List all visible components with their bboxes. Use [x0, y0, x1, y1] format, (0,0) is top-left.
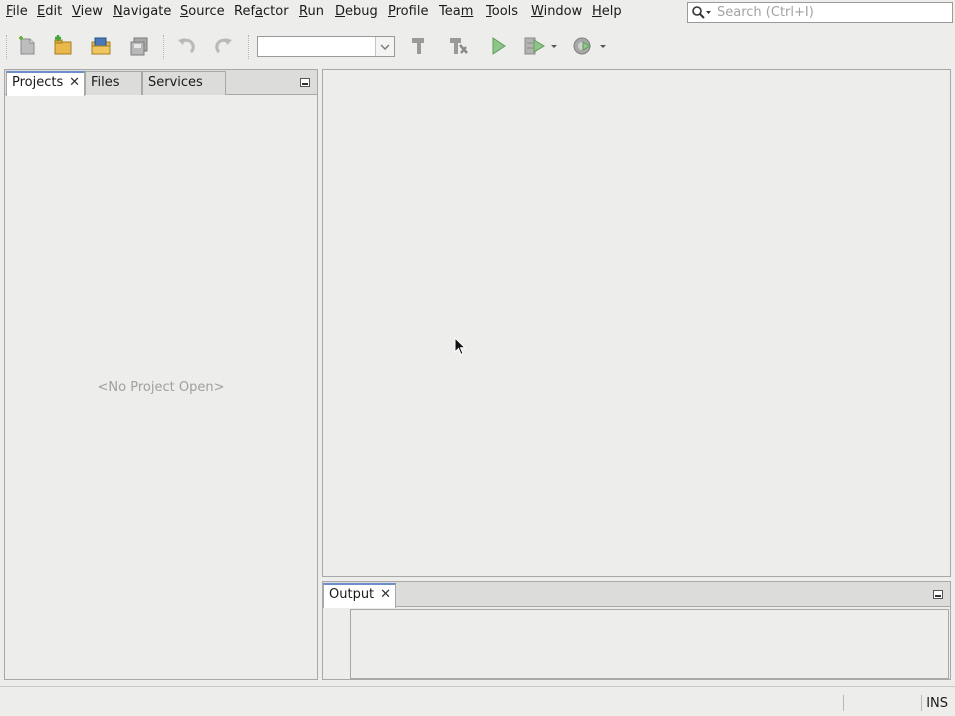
debug-icon[interactable] — [520, 33, 560, 59]
status-bar: INS — [0, 686, 955, 716]
toolbar-grip — [6, 35, 8, 59]
search-icon[interactable] — [691, 5, 713, 21]
menu-help[interactable]: Help — [592, 4, 622, 19]
minimize-icon[interactable] — [933, 590, 943, 599]
chevron-down-icon[interactable] — [375, 37, 394, 56]
undo-icon[interactable] — [172, 33, 200, 59]
insert-mode-indicator: INS — [926, 696, 948, 711]
save-all-icon[interactable] — [125, 33, 153, 59]
build-icon[interactable] — [405, 33, 433, 59]
close-icon[interactable]: ✕ — [69, 73, 80, 93]
configuration-combo[interactable] — [257, 36, 395, 57]
run-icon[interactable] — [484, 33, 512, 59]
menu-team[interactable]: Team — [439, 4, 473, 19]
toolbar — [0, 25, 955, 67]
clean-build-icon[interactable] — [444, 33, 472, 59]
profile-icon[interactable] — [568, 33, 608, 59]
open-project-icon[interactable] — [87, 33, 115, 59]
close-icon[interactable]: ✕ — [380, 585, 391, 605]
menu-profile[interactable]: Profile — [388, 4, 428, 19]
tab-files[interactable]: Files — [85, 71, 142, 95]
projects-tabstrip: Projects ✕ Files Services — [5, 70, 317, 96]
empty-project-message: <No Project Open> — [97, 380, 225, 395]
menu-edit[interactable]: Edit — [37, 4, 62, 19]
toolbar-separator — [248, 35, 250, 59]
menu-refactor[interactable]: Refactor — [234, 4, 289, 19]
tab-files-label: Files — [91, 75, 120, 90]
tab-services[interactable]: Services — [142, 71, 226, 95]
mouse-cursor-icon — [454, 336, 468, 361]
tab-output-label: Output — [329, 587, 375, 602]
tab-projects[interactable]: Projects ✕ — [6, 71, 85, 96]
menu-window[interactable]: Window — [531, 4, 582, 19]
tab-services-label: Services — [148, 75, 203, 90]
menu-bar: File Edit View Navigate Source Refactor … — [0, 0, 955, 25]
tab-output[interactable]: Output ✕ — [323, 583, 396, 608]
menu-run[interactable]: Run — [299, 4, 324, 19]
menu-file[interactable]: File — [6, 4, 28, 19]
minimize-icon[interactable] — [300, 78, 310, 87]
menu-navigate[interactable]: Navigate — [113, 4, 171, 19]
status-separator — [921, 695, 922, 711]
menu-tools[interactable]: Tools — [486, 4, 518, 19]
output-tabstrip: Output ✕ — [323, 582, 950, 608]
output-content[interactable] — [350, 609, 949, 679]
search-placeholder: Search (Ctrl+I) — [717, 5, 814, 20]
menu-source[interactable]: Source — [180, 4, 225, 19]
toolbar-separator — [163, 35, 165, 59]
search-input[interactable]: Search (Ctrl+I) — [687, 2, 953, 23]
projects-panel: Projects ✕ Files Services <No Project Op… — [4, 69, 318, 680]
new-file-icon[interactable] — [13, 33, 41, 59]
redo-icon[interactable] — [210, 33, 238, 59]
output-panel: Output ✕ — [322, 581, 951, 680]
status-separator — [843, 695, 844, 711]
tab-projects-label: Projects — [12, 75, 64, 90]
menu-view[interactable]: View — [72, 4, 103, 19]
new-project-icon[interactable] — [49, 33, 77, 59]
editor-area[interactable] — [322, 69, 951, 577]
menu-debug[interactable]: Debug — [335, 4, 378, 19]
